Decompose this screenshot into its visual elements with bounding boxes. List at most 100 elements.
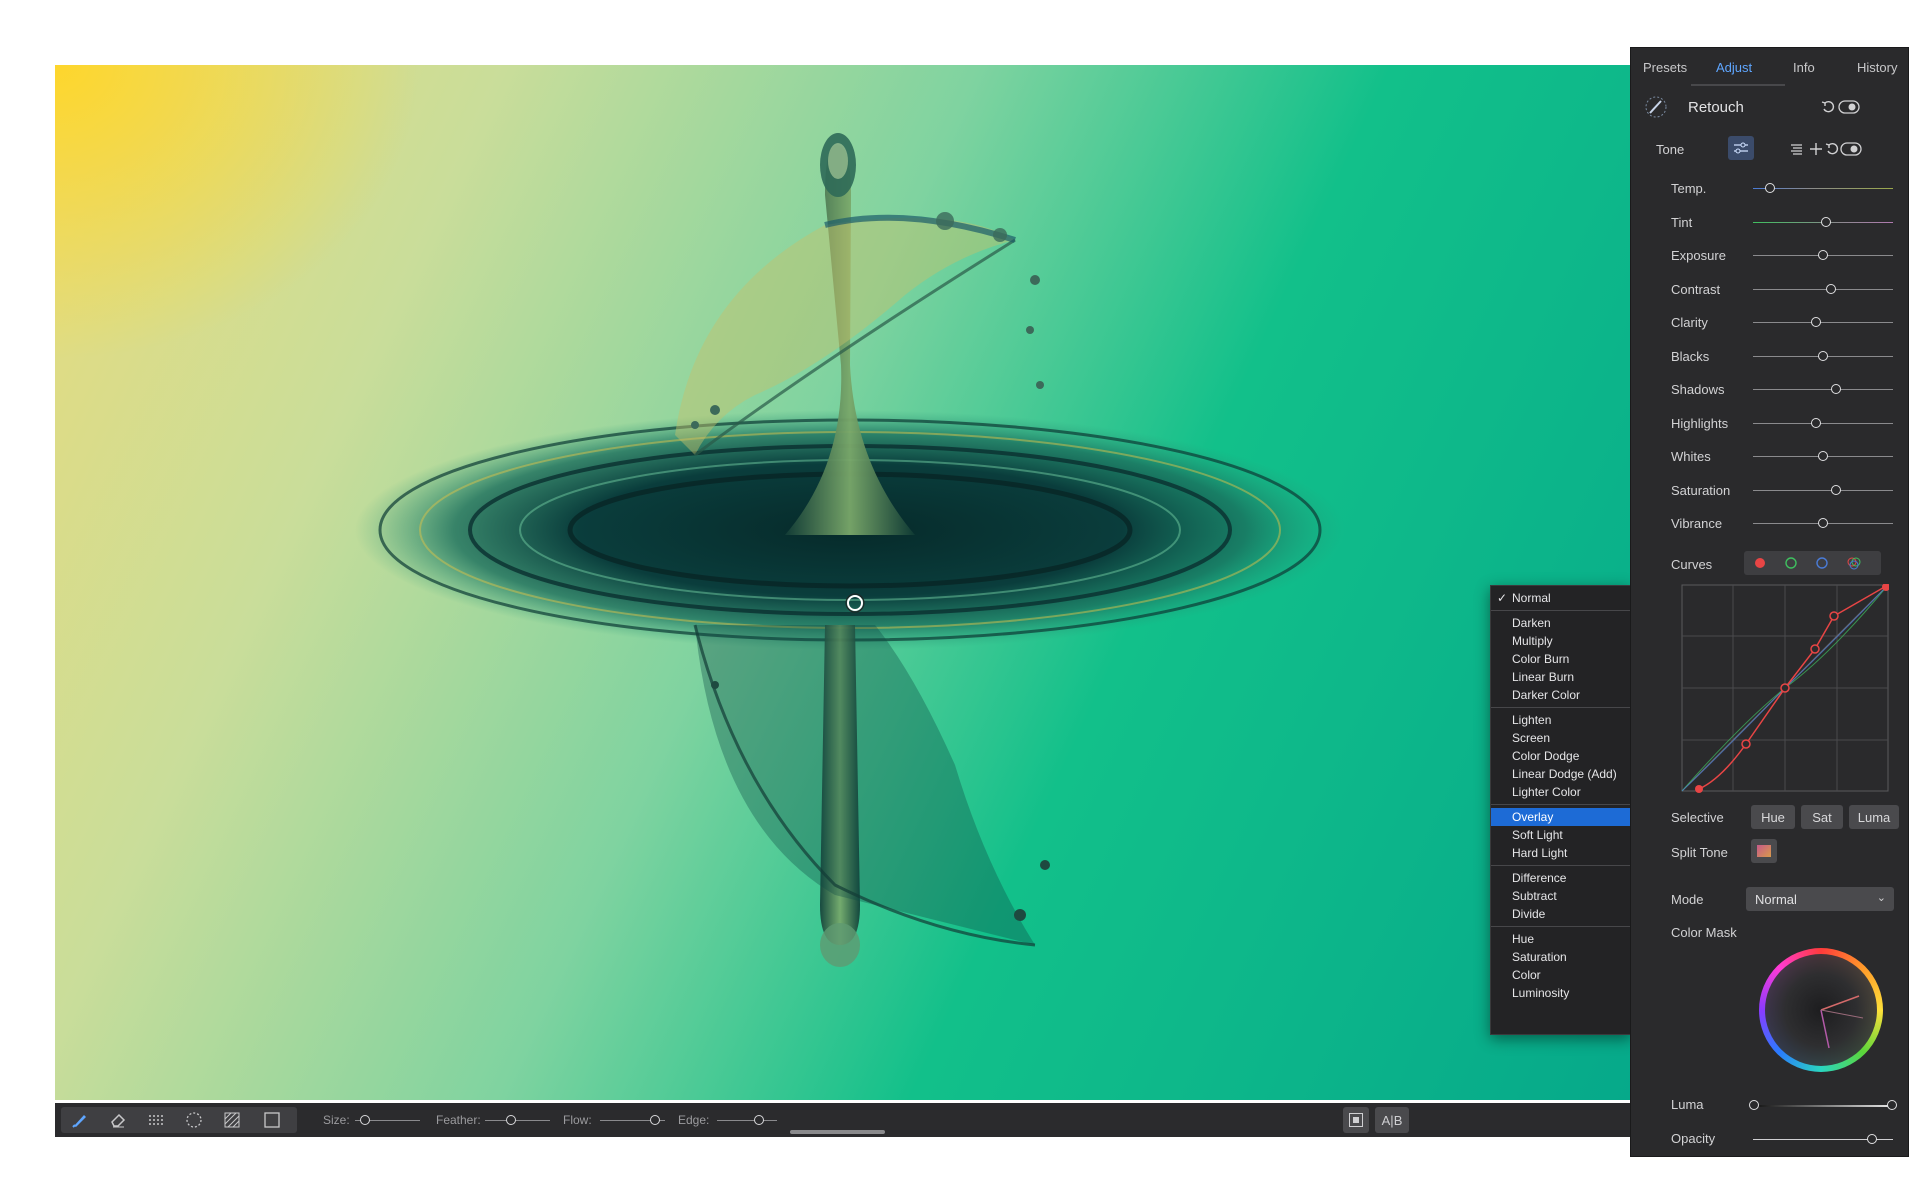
slider-label: Blacks — [1671, 348, 1710, 364]
blend-mode-item[interactable]: Overlay — [1491, 808, 1631, 826]
retouch-visibility-toggle-icon[interactable] — [1837, 98, 1861, 116]
opacity-slider[interactable] — [1753, 1134, 1893, 1144]
tone-slider[interactable] — [1753, 317, 1893, 327]
blend-mode-item[interactable]: Divide — [1491, 905, 1631, 923]
curve-rgb-channel-icon[interactable] — [1847, 556, 1861, 570]
selective-luma-button[interactable]: Luma — [1849, 805, 1899, 829]
curve-red-channel-icon[interactable] — [1754, 557, 1766, 569]
size-slider-knob[interactable] — [359, 1115, 370, 1125]
tone-slider[interactable] — [1753, 384, 1893, 394]
blend-mode-item[interactable]: Hard Light — [1491, 844, 1631, 862]
color-mask-wheel[interactable] — [1759, 948, 1883, 1072]
tone-slider-knob[interactable] — [1820, 216, 1831, 227]
blend-mode-item[interactable]: Color Burn — [1491, 650, 1631, 668]
blend-mode-item[interactable]: Subtract — [1491, 887, 1631, 905]
curves-graph[interactable] — [1681, 584, 1889, 794]
blend-mode-item[interactable]: Lighten — [1491, 711, 1631, 729]
canvas-scrollbar[interactable] — [790, 1130, 885, 1134]
tone-slider-knob[interactable] — [1818, 518, 1828, 528]
tone-visibility-toggle-icon[interactable] — [1839, 140, 1863, 158]
tab-presets[interactable]: Presets — [1643, 60, 1687, 75]
tone-slider-knob[interactable] — [1818, 250, 1828, 260]
blend-mode-item[interactable]: Lighter Color — [1491, 783, 1631, 801]
tone-slider-knob[interactable] — [1811, 417, 1821, 428]
eraser-icon[interactable] — [103, 1107, 133, 1133]
feather-slider-knob[interactable] — [506, 1115, 516, 1125]
brush-icon[interactable] — [65, 1107, 95, 1133]
blend-mode-item[interactable]: Saturation — [1491, 948, 1631, 966]
tone-slider[interactable] — [1753, 350, 1893, 361]
tab-history[interactable]: History — [1857, 60, 1897, 75]
tone-slider-knob[interactable] — [1826, 283, 1837, 294]
tone-section-label: Tone — [1656, 142, 1685, 157]
blend-mode-item[interactable]: Luminosity — [1491, 984, 1631, 1002]
curve-green-channel-icon[interactable] — [1785, 557, 1797, 569]
blend-mode-item[interactable]: Soft Light — [1491, 826, 1631, 844]
tone-slider[interactable] — [1753, 216, 1893, 227]
tone-slider[interactable] — [1753, 451, 1893, 461]
blend-mode-label: Multiply — [1512, 634, 1553, 648]
selective-hue-button[interactable]: Hue — [1751, 805, 1795, 829]
color-mask-range-handles[interactable] — [1759, 948, 1883, 1072]
slider-label: Tint — [1671, 214, 1693, 230]
blend-mode-item[interactable]: Linear Dodge (Add) — [1491, 765, 1631, 783]
tone-slider[interactable] — [1753, 250, 1893, 260]
mask-overlay-icon — [1349, 1113, 1363, 1127]
rectangle-icon[interactable] — [257, 1107, 287, 1133]
edge-slider[interactable] — [717, 1115, 777, 1125]
tone-slider-knob[interactable] — [1818, 350, 1828, 361]
gradient-lines-icon[interactable] — [141, 1107, 171, 1133]
hatch-fill-icon[interactable] — [217, 1107, 247, 1133]
blend-mode-item[interactable]: Linear Burn — [1491, 668, 1631, 686]
blend-mode-item[interactable]: Darker Color — [1491, 686, 1631, 704]
selective-sat-button[interactable]: Sat — [1801, 805, 1843, 829]
feather-slider[interactable] — [485, 1115, 550, 1125]
edge-slider-knob[interactable] — [754, 1115, 764, 1125]
blend-mode-label: Darken — [1512, 616, 1551, 630]
tone-slider[interactable] — [1753, 484, 1893, 495]
blend-mode-item[interactable]: Darken — [1491, 614, 1631, 632]
tone-sliders-icon[interactable] — [1728, 136, 1754, 160]
curve-point — [1810, 644, 1820, 654]
luma-min-knob[interactable] — [1749, 1100, 1759, 1110]
selective-label: Selective — [1671, 810, 1724, 825]
tone-slider-knob[interactable] — [1818, 451, 1828, 461]
tab-info[interactable]: Info — [1793, 60, 1815, 75]
size-slider[interactable] — [355, 1115, 420, 1125]
flow-slider-knob[interactable] — [650, 1115, 661, 1125]
tone-slider-knob[interactable] — [1830, 484, 1841, 495]
split-tone-swatch-button[interactable] — [1751, 839, 1777, 863]
blend-mode-label: Color Dodge — [1512, 749, 1580, 763]
slider-label: Saturation — [1671, 482, 1731, 498]
mask-overlay-button[interactable] — [1343, 1107, 1369, 1133]
tone-slider[interactable] — [1753, 283, 1893, 294]
tab-adjust[interactable]: Adjust — [1716, 60, 1752, 75]
blend-mode-item[interactable]: Screen — [1491, 729, 1631, 747]
blend-mode-item[interactable]: ✓ Normal — [1491, 589, 1631, 607]
blend-mode-item[interactable]: Color — [1491, 966, 1631, 984]
blend-mode-item[interactable]: Color Dodge — [1491, 747, 1631, 765]
retouch-reset-icon[interactable] — [1819, 98, 1837, 116]
tone-slider-knob[interactable] — [1830, 384, 1841, 394]
opacity-slider-knob[interactable] — [1867, 1134, 1877, 1144]
tone-slider-knob[interactable] — [1764, 183, 1775, 193]
mode-select[interactable]: Normal ⌄ — [1746, 887, 1894, 911]
lasso-circle-icon[interactable] — [179, 1107, 209, 1133]
curve-blue-channel-icon[interactable] — [1816, 557, 1828, 569]
blend-mode-item[interactable]: Hue — [1491, 930, 1631, 948]
flow-slider[interactable] — [600, 1115, 665, 1125]
tone-list-icon[interactable] — [1787, 140, 1805, 158]
blend-mode-item[interactable]: Multiply — [1491, 632, 1631, 650]
tone-slider[interactable] — [1753, 518, 1893, 528]
blend-mode-label: Divide — [1512, 907, 1546, 921]
tone-slider-knob[interactable] — [1811, 317, 1821, 327]
tone-slider[interactable] — [1753, 183, 1893, 193]
blend-mode-label: Color — [1512, 968, 1541, 982]
tone-slider[interactable] — [1753, 417, 1893, 428]
luma-range-slider[interactable] — [1749, 1100, 1897, 1110]
blend-mode-item[interactable]: Difference — [1491, 869, 1631, 887]
photo-canvas[interactable] — [55, 65, 1630, 1100]
curve-point — [1780, 683, 1790, 693]
compare-ab-button[interactable]: A|B — [1375, 1107, 1409, 1133]
luma-max-knob[interactable] — [1887, 1100, 1897, 1110]
